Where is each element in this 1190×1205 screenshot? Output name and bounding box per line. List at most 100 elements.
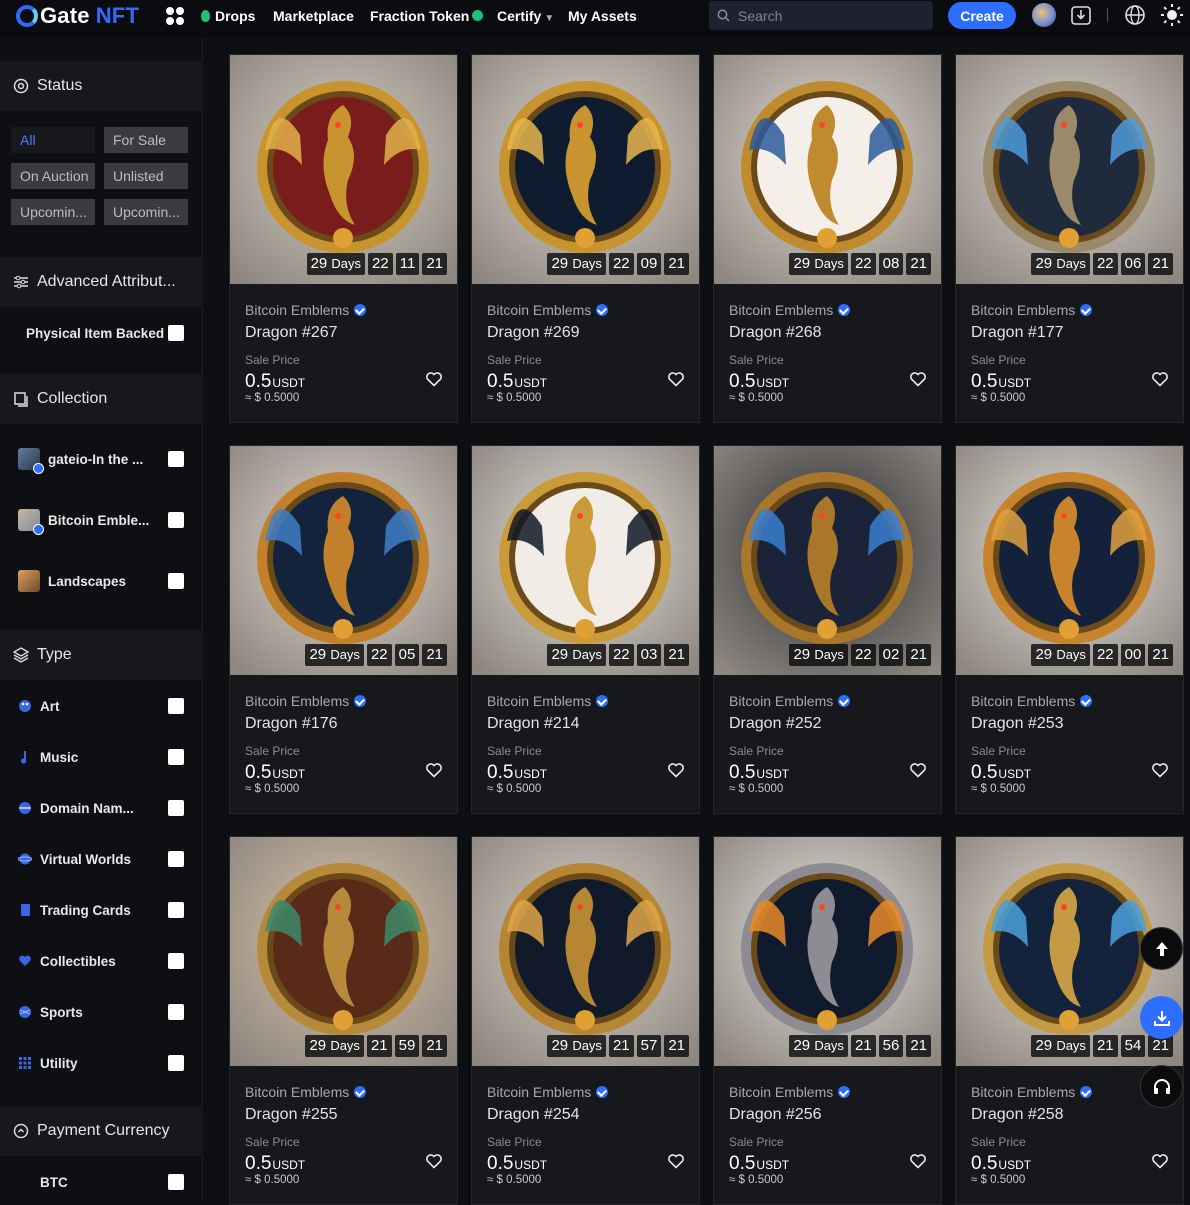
heart-icon[interactable] <box>1151 1152 1169 1170</box>
download-button[interactable] <box>1140 996 1183 1039</box>
collection-name[interactable]: Bitcoin Emblems <box>487 1084 609 1100</box>
nft-image[interactable]: 29 Days 22 05 21 <box>230 446 457 675</box>
nav-fraction-token[interactable]: Fraction Token <box>370 8 484 24</box>
collection-name[interactable]: Bitcoin Emblems <box>487 693 609 709</box>
status-chip-for-sale[interactable]: For Sale <box>104 127 188 153</box>
status-chip-on-auction[interactable]: On Auction <box>11 163 95 189</box>
status-chip-upcoming-2[interactable]: Upcomin... <box>104 199 188 225</box>
nft-title[interactable]: Dragon #258 <box>971 1106 1064 1124</box>
search-box[interactable] <box>709 1 933 30</box>
nft-title[interactable]: Dragon #252 <box>729 715 822 733</box>
heart-icon[interactable] <box>425 761 443 779</box>
nft-card[interactable]: 29 Days 22 03 21 Bitcoin Emblems Dragon #214 S… <box>471 445 700 814</box>
type-item-utility[interactable]: Utility <box>18 1053 184 1073</box>
section-status[interactable]: Status <box>0 61 203 111</box>
status-chip-unlisted[interactable]: Unlisted <box>104 163 188 189</box>
nft-card[interactable]: 29 Days 22 11 21 Bitcoin Emblems Dragon #267 S… <box>229 54 458 423</box>
nft-title[interactable]: Dragon #214 <box>487 715 580 733</box>
apps-grid-icon[interactable] <box>166 7 184 25</box>
nft-card[interactable]: 29 Days 22 09 21 Bitcoin Emblems Dragon #269 S… <box>471 54 700 423</box>
globe-icon[interactable] <box>1123 3 1147 27</box>
nft-title[interactable]: Dragon #176 <box>245 715 338 733</box>
nft-title[interactable]: Dragon #254 <box>487 1106 580 1124</box>
nft-title[interactable]: Dragon #256 <box>729 1106 822 1124</box>
section-collection[interactable]: Collection <box>0 374 203 424</box>
support-button[interactable] <box>1140 1065 1183 1108</box>
nav-drops[interactable]: Drops <box>201 8 255 24</box>
type-item-music[interactable]: Music <box>18 747 184 767</box>
search-input[interactable] <box>738 7 928 24</box>
type-item-trading-cards[interactable]: Trading Cards <box>18 900 184 920</box>
checkbox[interactable] <box>168 902 184 918</box>
section-payment-currency[interactable]: Payment Currency <box>0 1106 203 1156</box>
nft-image[interactable]: 29 Days 22 06 21 <box>956 55 1183 284</box>
nft-title[interactable]: Dragon #267 <box>245 324 338 342</box>
nft-card[interactable]: 29 Days 22 00 21 Bitcoin Emblems Dragon #253 S… <box>955 445 1184 814</box>
type-item-art[interactable]: Art <box>18 696 184 716</box>
checkbox[interactable] <box>168 512 184 528</box>
nav-my-assets[interactable]: My Assets <box>568 8 637 24</box>
nft-card[interactable]: 29 Days 22 02 21 Bitcoin Emblems Dragon #252 S… <box>713 445 942 814</box>
download-app-icon[interactable] <box>1069 3 1093 27</box>
section-type[interactable]: Type <box>0 630 203 680</box>
heart-icon[interactable] <box>909 1152 927 1170</box>
heart-icon[interactable] <box>1151 761 1169 779</box>
scroll-to-top-button[interactable] <box>1140 927 1183 970</box>
checkbox[interactable] <box>168 800 184 816</box>
currency-item-btc[interactable]: BTC <box>40 1172 184 1192</box>
nft-title[interactable]: Dragon #268 <box>729 324 822 342</box>
heart-icon[interactable] <box>667 1152 685 1170</box>
checkbox[interactable] <box>168 1004 184 1020</box>
nft-title[interactable]: Dragon #269 <box>487 324 580 342</box>
collection-name[interactable]: Bitcoin Emblems <box>729 302 851 318</box>
collection-name[interactable]: Bitcoin Emblems <box>729 1084 851 1100</box>
nft-image[interactable]: 29 Days 22 03 21 <box>472 446 699 675</box>
heart-icon[interactable] <box>667 761 685 779</box>
nft-title[interactable]: Dragon #177 <box>971 324 1064 342</box>
nft-image[interactable]: 29 Days 21 57 21 <box>472 837 699 1066</box>
type-item-virtual-worlds[interactable]: Virtual Worlds <box>18 849 184 869</box>
collection-name[interactable]: Bitcoin Emblems <box>487 302 609 318</box>
checkbox[interactable] <box>168 851 184 867</box>
heart-icon[interactable] <box>909 761 927 779</box>
heart-icon[interactable] <box>667 370 685 388</box>
nft-card[interactable]: 29 Days 22 06 21 Bitcoin Emblems Dragon #177 S… <box>955 54 1184 423</box>
nft-image[interactable]: 29 Days 22 00 21 <box>956 446 1183 675</box>
heart-icon[interactable] <box>909 370 927 388</box>
heart-icon[interactable] <box>425 370 443 388</box>
checkbox[interactable] <box>168 573 184 589</box>
type-item-sports[interactable]: Sports <box>18 1002 184 1022</box>
nft-card[interactable]: 29 Days 21 56 21 Bitcoin Emblems Dragon #256 S… <box>713 836 942 1205</box>
collection-name[interactable]: Bitcoin Emblems <box>971 1084 1093 1100</box>
type-item-collectibles[interactable]: Collectibles <box>18 951 184 971</box>
checkbox[interactable] <box>168 325 184 341</box>
collection-name[interactable]: Bitcoin Emblems <box>729 693 851 709</box>
nft-card[interactable]: 29 Days 22 08 21 Bitcoin Emblems Dragon #268 S… <box>713 54 942 423</box>
nft-image[interactable]: 29 Days 22 02 21 <box>714 446 941 675</box>
nft-image[interactable]: 29 Days 22 08 21 <box>714 55 941 284</box>
checkbox[interactable] <box>168 1055 184 1071</box>
gate-nft-logo[interactable]: Gate NFT <box>16 3 139 29</box>
create-button[interactable]: Create <box>948 2 1016 29</box>
nft-card[interactable]: 29 Days 21 57 21 Bitcoin Emblems Dragon #254 S… <box>471 836 700 1205</box>
heart-icon[interactable] <box>1151 370 1169 388</box>
checkbox[interactable] <box>168 698 184 714</box>
filter-physical-item-backed[interactable]: Physical Item Backed <box>26 323 184 343</box>
nft-card[interactable]: 29 Days 21 59 21 Bitcoin Emblems Dragon #255 S… <box>229 836 458 1205</box>
collection-item-landscapes[interactable]: Landscapes <box>18 570 184 592</box>
nft-title[interactable]: Dragon #255 <box>245 1106 338 1124</box>
nav-certify[interactable]: Certify ▼ <box>497 8 554 24</box>
collection-item-bitcoin-emblems[interactable]: Bitcoin Emble... <box>18 509 184 535</box>
nft-title[interactable]: Dragon #253 <box>971 715 1064 733</box>
type-item-domain-names[interactable]: Domain Nam... <box>18 798 184 818</box>
collection-name[interactable]: Bitcoin Emblems <box>971 693 1093 709</box>
nav-marketplace[interactable]: Marketplace <box>273 8 354 24</box>
checkbox[interactable] <box>168 953 184 969</box>
status-chip-upcoming-1[interactable]: Upcomin... <box>11 199 95 225</box>
nft-image[interactable]: 29 Days 21 56 21 <box>714 837 941 1066</box>
collection-name[interactable]: Bitcoin Emblems <box>245 1084 367 1100</box>
collection-name[interactable]: Bitcoin Emblems <box>971 302 1093 318</box>
user-avatar[interactable] <box>1032 3 1056 27</box>
sun-theme-icon[interactable] <box>1160 3 1184 27</box>
nft-image[interactable]: 29 Days 21 59 21 <box>230 837 457 1066</box>
